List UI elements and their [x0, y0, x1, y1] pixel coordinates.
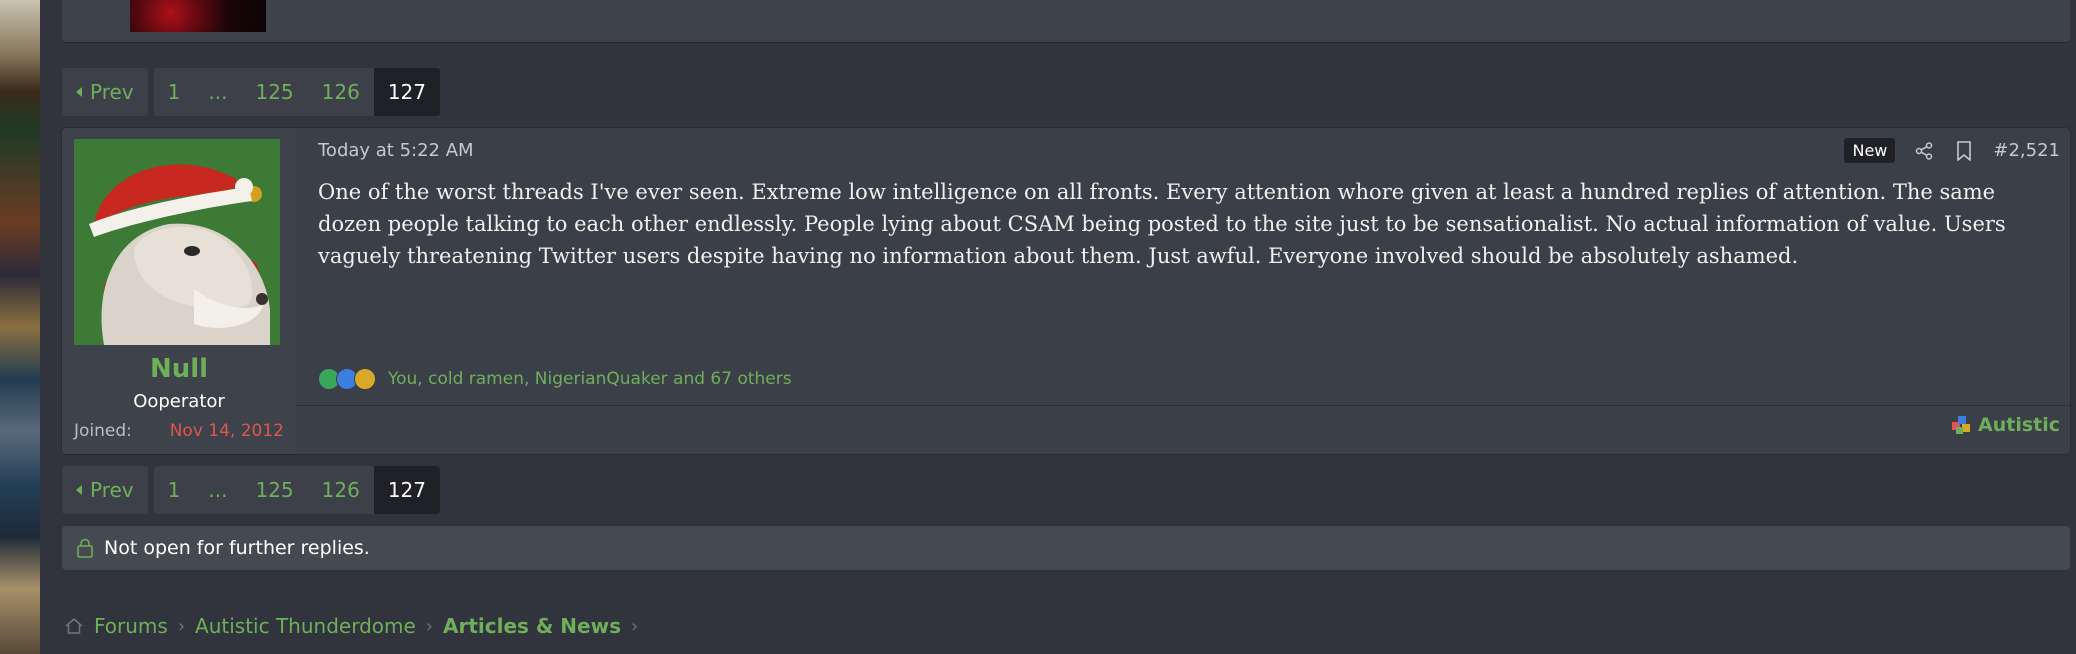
joined-label: Joined:	[74, 421, 132, 441]
post-actions: New #2,521	[1844, 138, 2060, 163]
reactions-summary[interactable]: You, cold ramen, NigerianQuaker and 67 o…	[388, 369, 792, 389]
avatar-image	[74, 139, 280, 345]
prev-page-button[interactable]: Prev	[62, 68, 148, 116]
prev-label: Prev	[90, 478, 134, 502]
page-list: 1 ... 125 126 127	[153, 68, 441, 116]
prev-label: Prev	[90, 80, 134, 104]
breadcrumb: Forums › Autistic Thunderdome › Articles…	[64, 614, 638, 638]
post-number-link[interactable]: #2,521	[1993, 140, 2060, 161]
share-icon[interactable]	[1913, 140, 1935, 162]
notice-text: Not open for further replies.	[104, 537, 370, 559]
post-timestamp[interactable]: Today at 5:22 AM	[318, 140, 474, 161]
author-title: Ooperator	[133, 391, 225, 412]
chevron-right-icon: ›	[177, 615, 186, 637]
page-link-1[interactable]: 1	[154, 466, 195, 514]
reaction-icons	[318, 368, 376, 390]
post-body: One of the worst threads I've ever seen.…	[318, 180, 2006, 268]
rating-label: Autistic	[1978, 414, 2060, 436]
page-link-1[interactable]: 1	[154, 68, 195, 116]
page-link-126[interactable]: 126	[308, 466, 374, 514]
post-message: Null Ooperator Joined: Nov 14, 2012 Toda…	[62, 128, 2070, 454]
previous-post-tail	[62, 0, 2070, 42]
background-art-strip	[0, 0, 40, 654]
caret-left-icon	[76, 485, 82, 495]
joined-date: Nov 14, 2012	[169, 421, 284, 441]
page-link-126[interactable]: 126	[308, 68, 374, 116]
page-current-127[interactable]: 127	[373, 68, 441, 116]
chevron-right-icon: ›	[425, 615, 433, 637]
breadcrumb-articles-news[interactable]: Articles & News	[443, 614, 621, 638]
post-footer-divider	[296, 405, 2070, 406]
pagination-bottom: Prev 1 ... 125 126 127	[62, 466, 441, 514]
page-list: 1 ... 125 126 127	[153, 466, 441, 514]
page-link-125[interactable]: 125	[241, 466, 307, 514]
thread-page: Prev 1 ... 125 126 127 Null Ooperator Jo…	[40, 0, 2076, 654]
rating-button[interactable]: Autistic	[1950, 414, 2060, 436]
attachment-thumbnail[interactable]	[130, 0, 266, 32]
medal-icon	[354, 368, 376, 390]
page-link-125[interactable]: 125	[241, 68, 307, 116]
puzzle-icon	[1952, 416, 1970, 434]
breadcrumb-autistic-thunderdome[interactable]: Autistic Thunderdome	[195, 614, 416, 638]
author-username[interactable]: Null	[62, 354, 296, 384]
thread-locked-notice: Not open for further replies.	[62, 526, 2070, 570]
reactions-bar[interactable]: You, cold ramen, NigerianQuaker and 67 o…	[318, 368, 792, 390]
new-badge: New	[1844, 138, 1896, 163]
chevron-right-icon: ›	[631, 615, 639, 637]
caret-left-icon	[76, 87, 82, 97]
bookmark-icon[interactable]	[1953, 140, 1975, 162]
prev-page-button[interactable]: Prev	[62, 466, 148, 514]
pagination-top: Prev 1 ... 125 126 127	[62, 68, 441, 116]
home-icon[interactable]	[64, 617, 84, 635]
lock-icon	[77, 538, 93, 558]
breadcrumb-forums[interactable]: Forums	[94, 614, 168, 638]
page-jump[interactable]: ...	[194, 466, 241, 514]
post-user-cell: Null Ooperator Joined: Nov 14, 2012	[62, 128, 296, 454]
page-current-127[interactable]: 127	[373, 466, 441, 514]
avatar[interactable]	[74, 139, 280, 345]
page-jump[interactable]: ...	[194, 68, 241, 116]
